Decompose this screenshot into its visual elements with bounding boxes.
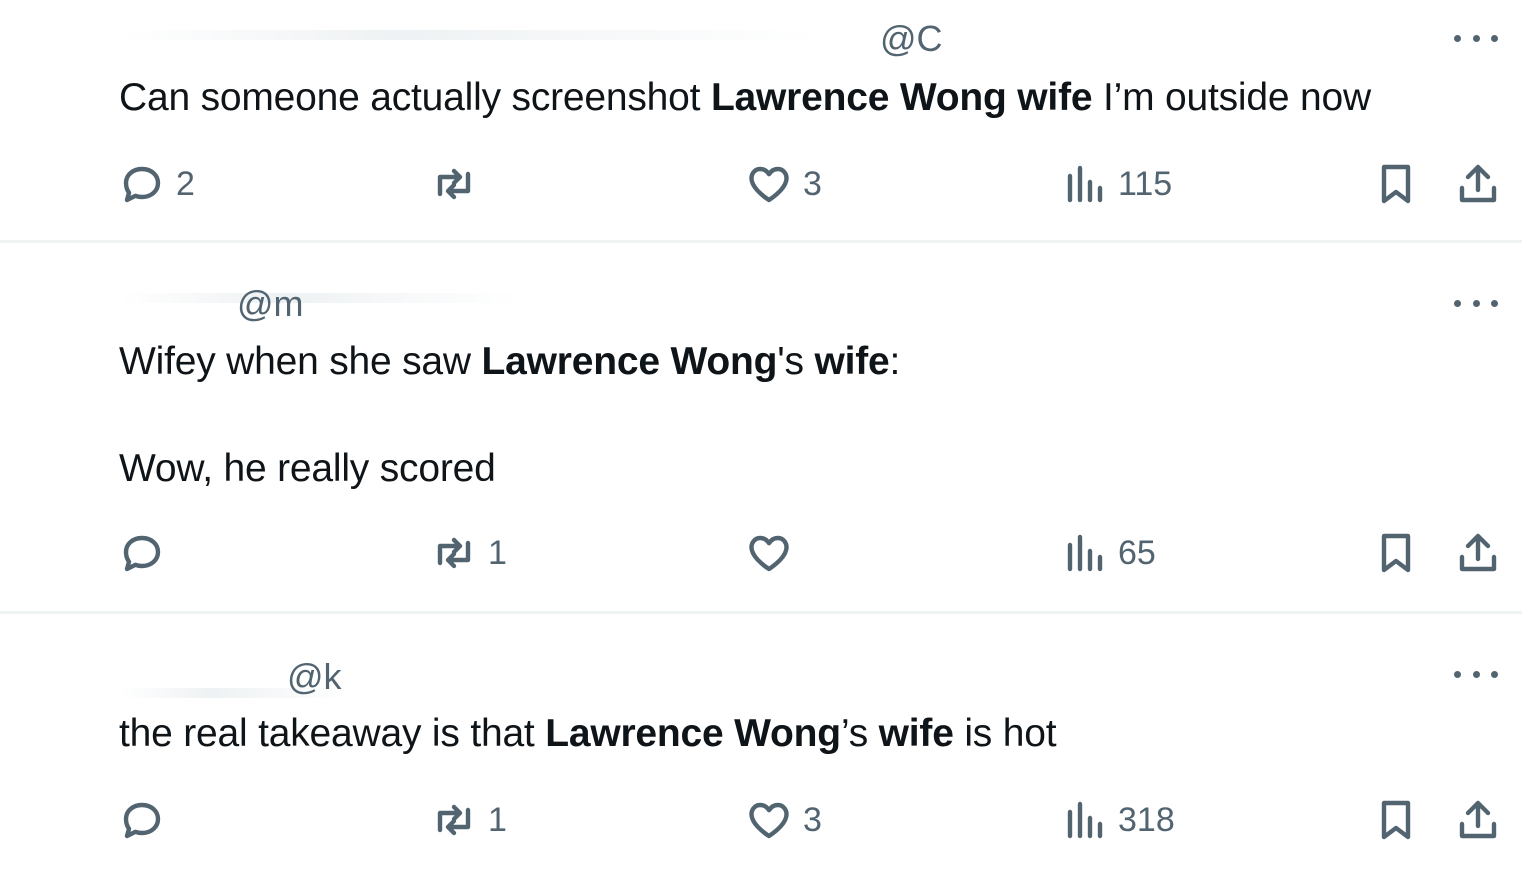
- text-segment: Can someone actually screenshot: [119, 76, 711, 119]
- repost-button[interactable]: 1: [430, 529, 507, 577]
- blurred-display-name: [120, 30, 820, 40]
- highlighted-keyword: Lawrence Wong wife: [710, 76, 1093, 119]
- bookmark-button[interactable]: [1372, 160, 1420, 208]
- bookmark-button[interactable]: [1372, 529, 1420, 577]
- tweet-text: Can someone actually screenshot Lawrence…: [119, 75, 1371, 121]
- repost-count: 1: [488, 801, 507, 839]
- repost-icon: [437, 168, 471, 200]
- tweet-feed: @C Can someone actually screenshot Lawre…: [0, 0, 1522, 879]
- text-segment: the real takeaway is that: [119, 712, 546, 755]
- bookmark-button[interactable]: [1372, 796, 1420, 844]
- heart-icon: [749, 802, 789, 839]
- more-dots-icon: [1454, 299, 1461, 307]
- bookmark-icon: [1381, 164, 1411, 204]
- heart-icon: [749, 535, 789, 572]
- like-count: 3: [803, 801, 822, 839]
- views-button[interactable]: 115: [1060, 160, 1172, 208]
- more-options-button[interactable]: [1454, 668, 1498, 680]
- more-options-button[interactable]: [1454, 32, 1498, 44]
- bookmark-icon: [1381, 533, 1411, 573]
- tweet-text-line-1: Wifey when she saw Lawrence Wong's wife:: [119, 339, 900, 385]
- views-button[interactable]: 65: [1060, 529, 1156, 577]
- more-options-button[interactable]: [1454, 297, 1498, 309]
- highlighted-keyword: Lawrence Wong: [481, 340, 778, 383]
- tweet-handle[interactable]: @m: [237, 283, 304, 325]
- tweet-text: the real takeaway is that Lawrence Wong’…: [119, 711, 1057, 757]
- reply-icon: [123, 802, 161, 839]
- repost-count: 1: [488, 534, 507, 572]
- share-icon: [1459, 164, 1497, 203]
- text-segment: is hot: [953, 712, 1057, 755]
- like-button[interactable]: 3: [745, 796, 822, 844]
- views-chart-icon: [1067, 165, 1103, 203]
- tweet-handle[interactable]: @C: [880, 18, 943, 60]
- reply-button[interactable]: [118, 529, 176, 577]
- views-chart-icon: [1067, 534, 1103, 572]
- repost-icon: [437, 537, 471, 569]
- bookmark-icon: [1381, 800, 1411, 840]
- reply-icon: [123, 166, 161, 203]
- share-button[interactable]: [1454, 160, 1502, 208]
- views-count: 65: [1118, 534, 1156, 572]
- repost-button[interactable]: 1: [430, 796, 507, 844]
- text-segment: 's: [777, 340, 815, 383]
- views-count: 115: [1118, 165, 1173, 203]
- views-button[interactable]: 318: [1060, 796, 1175, 844]
- reply-count: 2: [176, 165, 195, 203]
- like-button[interactable]: 3: [745, 160, 822, 208]
- share-icon: [1459, 800, 1497, 839]
- text-segment: :: [889, 340, 901, 383]
- repost-button[interactable]: [430, 160, 488, 208]
- text-segment: Wifey when she saw: [119, 340, 482, 383]
- reply-icon: [123, 535, 161, 572]
- text-segment: I’m outside now: [1092, 76, 1371, 119]
- heart-icon: [749, 166, 789, 203]
- like-count: 3: [803, 165, 822, 203]
- repost-icon: [437, 804, 471, 836]
- views-chart-icon: [1067, 801, 1103, 839]
- tweet-text-line-2: Wow, he really scored: [119, 447, 496, 490]
- reply-button[interactable]: 2: [118, 160, 195, 208]
- like-button[interactable]: [745, 529, 803, 577]
- tweet-post[interactable]: @k the real takeaway is that Lawrence Wo…: [0, 614, 1522, 879]
- text-segment: ’s: [840, 712, 879, 755]
- tweet-post[interactable]: @m Wifey when she saw Lawrence Wong's wi…: [0, 243, 1522, 611]
- share-button[interactable]: [1454, 529, 1502, 577]
- tweet-handle[interactable]: @k: [287, 656, 342, 698]
- views-count: 318: [1118, 801, 1175, 839]
- highlighted-keyword: wife: [878, 712, 954, 755]
- highlighted-keyword: wife: [814, 340, 890, 383]
- share-icon: [1459, 533, 1497, 572]
- highlighted-keyword: Lawrence Wong: [545, 712, 841, 755]
- share-button[interactable]: [1454, 796, 1502, 844]
- tweet-post[interactable]: @C Can someone actually screenshot Lawre…: [0, 0, 1522, 240]
- more-dots-icon: [1454, 34, 1461, 42]
- reply-button[interactable]: [118, 796, 176, 844]
- blurred-display-name: [120, 293, 520, 303]
- more-dots-icon: [1454, 670, 1461, 678]
